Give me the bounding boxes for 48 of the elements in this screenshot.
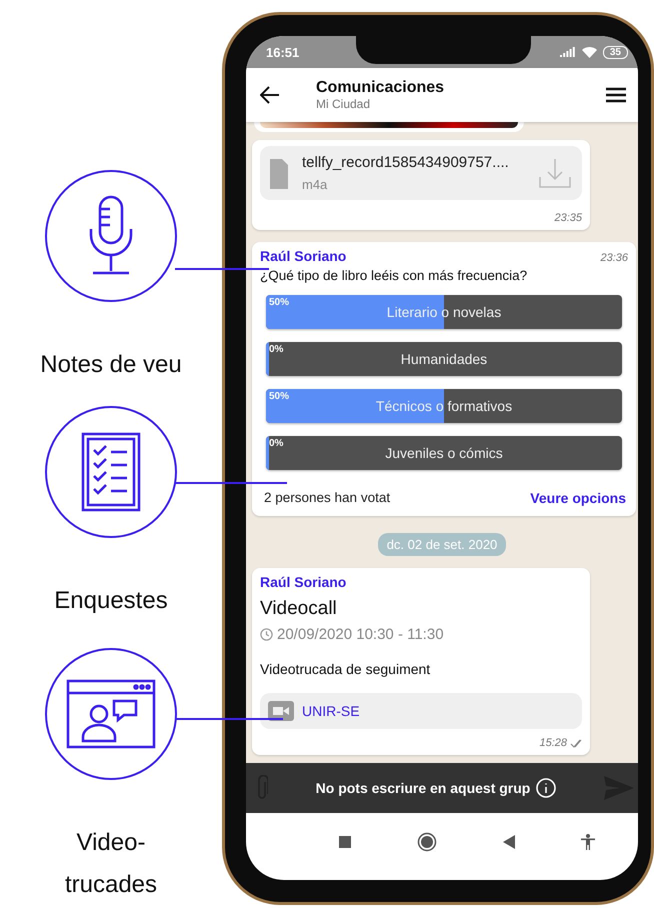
file-icon <box>270 157 288 189</box>
poll-option[interactable]: 0% Juveniles o cómics <box>266 436 622 470</box>
back-triangle-icon[interactable] <box>503 834 515 848</box>
chat-subtitle: Mi Ciudad <box>316 97 372 111</box>
message-time: 15:28 <box>539 737 582 749</box>
message-time: 23:36 <box>600 252 628 264</box>
video-call-icon <box>66 679 156 749</box>
sender-name[interactable]: Raúl Soriano <box>260 248 346 264</box>
wifi-icon <box>582 46 597 58</box>
home-circle-icon[interactable] <box>417 832 437 852</box>
checklist-icon <box>81 432 141 512</box>
signal-icon <box>560 47 576 57</box>
read-only-notice: No pots escriure en aquest grup <box>268 778 604 798</box>
clock-icon <box>260 628 273 641</box>
event-description: Videotrucada de seguiment <box>260 661 432 677</box>
accessibility-icon[interactable] <box>581 834 595 850</box>
poll-percent: 0% <box>269 438 284 449</box>
battery-indicator: 35 <box>602 46 628 58</box>
message-time: 23:35 <box>554 212 582 224</box>
feature-label: Notes de veu <box>39 350 183 380</box>
square-icon[interactable] <box>339 836 351 848</box>
poll-option[interactable]: 0% Humanidades <box>266 342 622 376</box>
back-arrow-icon[interactable] <box>260 86 280 104</box>
file-name: tellfy_record1585434909757.... <box>302 154 510 171</box>
view-options-link[interactable]: Veure opcions <box>530 490 626 506</box>
date-chip: dc. 02 de set. 2020 <box>378 533 506 556</box>
status-time: 16:51 <box>266 44 300 60</box>
file-type: m4a <box>302 177 328 192</box>
info-icon[interactable] <box>536 778 556 798</box>
poll-option-label: Juveniles o cómics <box>385 445 503 461</box>
event-title: Videocall <box>260 598 338 620</box>
poll-percent: 50% <box>269 391 290 402</box>
sender-name[interactable]: Raúl Soriano <box>260 574 582 590</box>
menu-icon[interactable] <box>606 87 626 103</box>
poll-percent: 0% <box>269 344 284 355</box>
poll-question: ¿Qué tipo de libro leéis con más frecuencia? <box>260 268 528 283</box>
poll-percent: 50% <box>269 297 290 308</box>
vote-count: 2 persones han votat <box>264 490 390 506</box>
poll-option-label: Humanidades <box>400 351 488 367</box>
poll-option-label: Técnicos o formativos <box>376 398 512 414</box>
file-attachment[interactable]: tellfy_record1585434909757.... m4a <box>260 146 582 200</box>
event-schedule: 20/09/2020 10:30 - 11:30 <box>260 626 582 643</box>
feature-label: Enquestes <box>53 586 169 616</box>
join-button[interactable]: UNIR-SE <box>260 693 582 729</box>
chat-title: Comunicaciones <box>316 79 446 97</box>
video-camera-icon <box>268 701 294 721</box>
double-check-icon <box>570 738 582 748</box>
feature-label: Video-trucades <box>64 828 158 900</box>
